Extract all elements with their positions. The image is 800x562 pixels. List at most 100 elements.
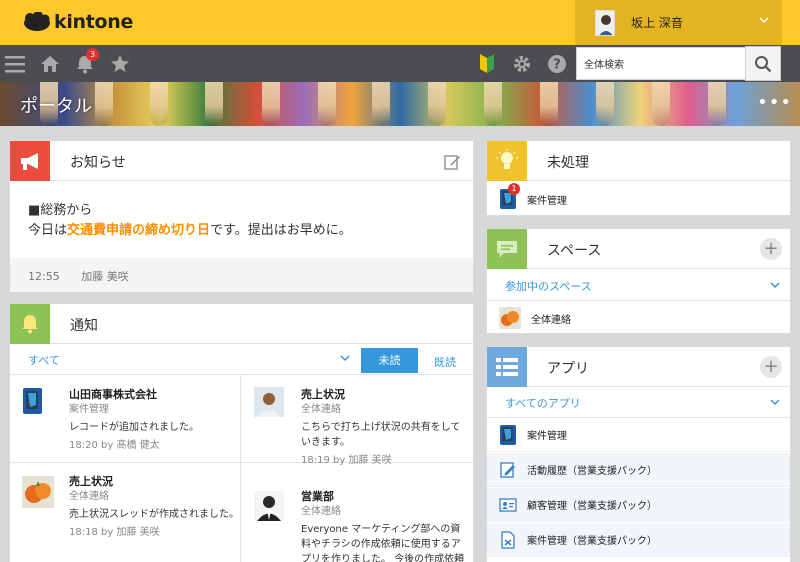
contact-card-icon [499, 494, 517, 516]
search-icon [755, 55, 772, 72]
spaces-filter-label: 参加中のスペース [505, 280, 592, 293]
fruit-photo [499, 307, 521, 329]
app-item[interactable]: 活動履歴（営業支援パック） [487, 453, 790, 487]
pending-title: 未処理 [547, 155, 589, 171]
logo-text: kintone [54, 11, 134, 33]
app-list-icon [487, 347, 527, 387]
notification-app: 全体連絡 [69, 491, 109, 502]
apps-header: アプリ + [487, 347, 790, 387]
app-item-label: 案件管理 [527, 431, 567, 442]
announcement-time: 12:55 [28, 270, 60, 283]
bell-icon [10, 304, 50, 344]
help-icon[interactable]: ? [546, 53, 568, 75]
kintone-logo[interactable]: kintone [22, 11, 133, 33]
notification-message: こちらで打ち上げ状況の共有をしていきます。 [301, 422, 461, 448]
app-book-icon: 1 [499, 183, 520, 210]
top-bar: kintone 坂上 深音 [0, 0, 800, 45]
notification-message: 売上状況スレッドが作成されました。 [69, 509, 239, 520]
lightbulb-icon [487, 141, 527, 181]
space-item-label: 全体連絡 [531, 314, 571, 326]
user-name: 坂上 深音 [631, 16, 683, 30]
notification-app: 全体連絡 [301, 404, 341, 415]
app-item-label: 顧客管理（営業支援パック） [527, 501, 657, 512]
pending-panel: 未処理 1 案件管理 [486, 140, 791, 216]
app-book-icon [499, 424, 517, 446]
notification-meta: 18:18 by 加藤 美咲 [69, 527, 160, 538]
notification-title: 山田商事株式会社 [69, 388, 157, 401]
search-placeholder: 全体検索 [584, 60, 624, 71]
fruit-photo [22, 476, 54, 508]
pending-item[interactable]: 1 案件管理 [487, 182, 790, 216]
megaphone-icon [10, 141, 50, 181]
home-icon[interactable] [39, 53, 61, 75]
notification-meta: 18:20 by 髙橋 健太 [69, 440, 160, 451]
pending-badge: 1 [508, 183, 520, 195]
document-icon [499, 529, 517, 551]
app-item-label: 活動履歴（営業支援パック） [527, 466, 657, 477]
app-book-icon [22, 387, 44, 420]
notification-message: レコードが追加されました。 [69, 422, 199, 433]
notifications-header: 通知 [10, 304, 473, 344]
beginner-mark-icon[interactable] [476, 53, 498, 75]
tab-unread[interactable]: 未読 [361, 348, 418, 373]
user-menu[interactable]: 坂上 深音 [575, 0, 782, 45]
star-icon[interactable] [109, 53, 131, 75]
chevron-down-icon [769, 279, 781, 294]
announcement-author[interactable]: 加藤 美咲 [81, 270, 129, 283]
notification-title: 売上状況 [301, 388, 345, 401]
announcement-panel: お知らせ ■総務から 今日は交通費申請の締め切り日です。提出はお早めに。 12:… [9, 140, 474, 292]
notifications-panel: 通知 すべて 未読 既読 山田商事株式会社 案件管理 レコードが追加されました。… [9, 303, 474, 562]
spaces-filter[interactable]: 参加中のスペース [487, 270, 790, 301]
svg-text:?: ? [553, 58, 561, 73]
portal-banner: ポータル ••• [0, 82, 800, 126]
pending-header: 未処理 [487, 141, 790, 181]
search-input[interactable]: 全体検索 [576, 47, 746, 80]
app-item[interactable]: 顧客管理（営業支援パック） [487, 488, 790, 522]
logo-mark-icon [22, 11, 52, 32]
menu-icon[interactable] [4, 53, 26, 75]
page-title: ポータル [20, 96, 92, 117]
add-space-button[interactable]: + [760, 238, 782, 260]
chevron-down-icon [758, 14, 770, 29]
chevron-down-icon [769, 396, 781, 411]
announcement-footer: 12:55 加藤 美咲 [10, 258, 473, 292]
app-item[interactable]: 案件管理（営業支援パック） [487, 523, 790, 557]
bell-icon[interactable]: 3 [74, 48, 99, 75]
notification-app: 全体連絡 [301, 506, 341, 517]
announcement-line1: ■総務から [28, 203, 93, 218]
apps-filter[interactable]: すべてのアプリ [487, 387, 790, 418]
announcement-title: お知らせ [70, 155, 126, 171]
gear-icon[interactable] [511, 53, 533, 75]
spaces-title: スペース [547, 243, 602, 259]
notification-title: 売上状況 [69, 475, 113, 488]
space-item[interactable]: 全体連絡 [487, 301, 790, 335]
edit-document-icon [499, 459, 517, 481]
edit-icon[interactable] [444, 153, 461, 173]
app-item[interactable]: 案件管理 [487, 418, 790, 452]
apps-filter-label: すべてのアプリ [505, 397, 581, 410]
chevron-down-icon[interactable] [339, 352, 351, 367]
notification-badge: 3 [86, 48, 99, 61]
add-app-button[interactable]: + [760, 356, 782, 378]
more-options-icon[interactable]: ••• [757, 94, 792, 112]
apps-title: アプリ [547, 361, 589, 377]
notifications-filterbar: すべて 未読 既読 [10, 344, 473, 375]
speech-bubble-icon [487, 229, 527, 269]
spaces-panel: スペース + 参加中のスペース 全体連絡 [486, 228, 791, 334]
notification-app: 案件管理 [69, 404, 109, 415]
notification-meta: 18:19 by 加藤 美咲 [301, 455, 392, 466]
notifications-title: 通知 [70, 318, 98, 334]
person-photo [254, 387, 284, 417]
search-button[interactable] [745, 46, 781, 81]
pending-item-label: 案件管理 [527, 195, 567, 207]
notification-title: 営業部 [301, 490, 334, 503]
notification-filter-select[interactable]: すべて [28, 352, 60, 368]
person-photo [254, 491, 284, 521]
app-item-label: 案件管理（営業支援パック） [527, 536, 657, 547]
notification-message: Everyone マーケティング部への資料やチラシの作成依頼に使用するアプリを作… [301, 524, 465, 562]
tab-read[interactable]: 既読 [434, 354, 456, 370]
spaces-header: スペース + [487, 229, 790, 269]
avatar [595, 9, 615, 36]
announcement-line2: 今日は交通費申請の締め切り日です。提出はお早めに。 [28, 223, 352, 238]
announcement-header: お知らせ [10, 141, 473, 181]
